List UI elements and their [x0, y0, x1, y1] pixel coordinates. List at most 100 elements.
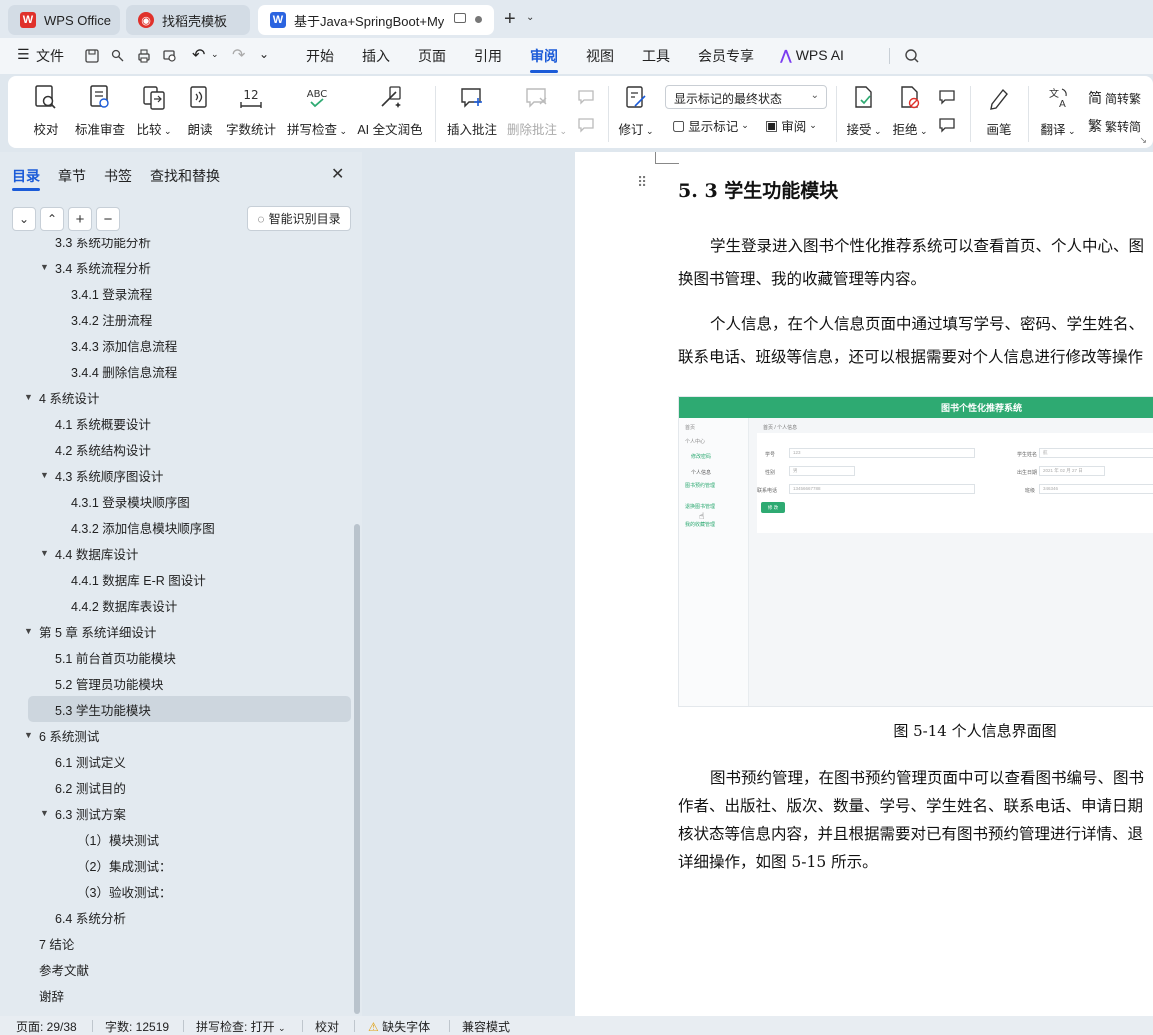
add-heading-button[interactable]: +: [68, 207, 92, 231]
edit-pen-icon[interactable]: [110, 48, 126, 64]
menu-review[interactable]: 审阅: [530, 46, 558, 66]
toc-item[interactable]: 4.2 系统结构设计: [0, 436, 352, 462]
expand-arrow-icon[interactable]: ▼: [24, 392, 33, 402]
new-tab-plus-icon[interactable]: +: [504, 9, 516, 29]
toc-item[interactable]: 3.4.4 删除信息流程: [0, 358, 352, 384]
chevron-down-icon[interactable]: ⌄: [526, 12, 534, 23]
tab-wps-office[interactable]: W WPS Office: [8, 5, 120, 35]
expand-arrow-icon[interactable]: ▼: [40, 548, 49, 558]
toc-item[interactable]: ▼ 6 系统测试: [0, 722, 352, 748]
more-chevron-icon[interactable]: ⌄: [259, 47, 269, 61]
toc-item[interactable]: 3.3 系统功能分析: [0, 238, 352, 254]
toc-item[interactable]: ▼ 4 系统设计: [0, 384, 352, 410]
toc-item[interactable]: 6.2 测试目的: [0, 774, 352, 800]
markup-display-select[interactable]: 显示标记的最终状态 ⌄: [665, 85, 827, 109]
nav-tab-bookmarks[interactable]: 书签: [104, 166, 132, 186]
toc-item[interactable]: 5.1 前台首页功能模块: [0, 644, 352, 670]
collapse-all-button[interactable]: ⌄: [12, 207, 36, 231]
read-aloud-button[interactable]: 朗读: [184, 82, 216, 138]
undo-icon[interactable]: ↶: [192, 45, 205, 65]
remove-heading-button[interactable]: −: [96, 207, 120, 231]
nav-tab-find-replace[interactable]: 查找和替换: [150, 166, 220, 186]
show-markup-button[interactable]: ▢ 显示标记 ⌄: [672, 116, 749, 135]
expand-arrow-icon[interactable]: ▼: [24, 730, 33, 740]
toc-item[interactable]: 4.4.1 数据库 E-R 图设计: [0, 566, 352, 592]
pen-button[interactable]: 画笔: [982, 82, 1016, 138]
menu-member[interactable]: 会员专享: [698, 46, 754, 66]
next-change-icon[interactable]: [937, 116, 957, 134]
traditional-to-simplified-button[interactable]: 繁 繁转简: [1088, 116, 1141, 136]
ribbon-expand-icon[interactable]: ↘: [1139, 135, 1147, 146]
missing-font-status[interactable]: ⚠ 缺失字体: [368, 1018, 430, 1035]
review-pane-button[interactable]: ▣ 审阅 ⌄: [765, 116, 817, 135]
save-icon[interactable]: [84, 48, 100, 64]
word-count-indicator[interactable]: 字数: 12519: [105, 1018, 169, 1035]
toc-item[interactable]: 5.3 学生功能模块: [28, 696, 351, 722]
toc-item[interactable]: 5.2 管理员功能模块: [0, 670, 352, 696]
toc-item[interactable]: 3.4.1 登录流程: [0, 280, 352, 306]
toc-item[interactable]: ▼ 4.3 系统顺序图设计: [0, 462, 352, 488]
expand-arrow-icon[interactable]: ▼: [40, 262, 49, 272]
spell-check-button[interactable]: ABC 拼写检查 ⌄: [286, 82, 348, 138]
menu-file[interactable]: 文件: [36, 46, 64, 66]
toc-item[interactable]: ▼ 4.4 数据库设计: [0, 540, 352, 566]
drag-handle-icon[interactable]: ⠿: [637, 175, 647, 189]
toc-item[interactable]: 4.3.2 添加信息模块顺序图: [0, 514, 352, 540]
toc-item[interactable]: 3.4.2 注册流程: [0, 306, 352, 332]
redo-icon[interactable]: ↷: [232, 45, 245, 65]
tab-current-document[interactable]: W 基于Java+SpringBoot+MyS: [258, 5, 494, 35]
toc-item[interactable]: 6.1 测试定义: [0, 748, 352, 774]
toc-item[interactable]: 谢辞: [0, 982, 352, 1008]
menu-reference[interactable]: 引用: [474, 46, 502, 66]
document-page[interactable]: ⠿ 5. 3 学生功能模块 学生登录进入图书个性化推荐系统可以查看首页、个人中心…: [575, 152, 1153, 1016]
simplified-to-traditional-button[interactable]: 简 简转繁: [1088, 88, 1141, 108]
toc-item[interactable]: ▼ 6.3 测试方案: [0, 800, 352, 826]
revise-button[interactable]: 修订 ⌄: [616, 82, 656, 138]
translate-button[interactable]: 文A 翻译 ⌄: [1038, 82, 1078, 138]
smart-toc-button[interactable]: ◌ 智能识别目录: [247, 206, 351, 231]
proofread-status[interactable]: 校对: [315, 1018, 339, 1035]
toc-item[interactable]: 4.4.2 数据库表设计: [0, 592, 352, 618]
menu-insert[interactable]: 插入: [362, 46, 390, 66]
accept-button[interactable]: 接受 ⌄: [846, 82, 882, 138]
toc-item[interactable]: 4.3.1 登录模块顺序图: [0, 488, 352, 514]
toc-item[interactable]: ▼ 3.4 系统流程分析: [0, 254, 352, 280]
previous-change-icon[interactable]: [937, 88, 957, 106]
expand-arrow-icon[interactable]: ▼: [40, 808, 49, 818]
toc-item[interactable]: 6.4 系统分析: [0, 904, 352, 930]
standard-review-button[interactable]: 标准审查: [74, 82, 126, 138]
nav-scrollbar[interactable]: [354, 524, 360, 1014]
page-indicator[interactable]: 页面: 29/38: [16, 1018, 77, 1035]
unsaved-dot-icon[interactable]: [475, 16, 482, 23]
ai-polish-button[interactable]: AI 全文润色: [356, 82, 424, 138]
tab-docer-templates[interactable]: ◉ 找稻壳模板: [126, 5, 250, 35]
insert-comment-button[interactable]: 插入批注: [446, 82, 498, 138]
print-preview-icon[interactable]: [162, 48, 178, 64]
monitor-icon[interactable]: [454, 13, 466, 23]
expand-arrow-icon[interactable]: ▼: [40, 470, 49, 480]
chevron-down-icon[interactable]: ⌄: [211, 49, 219, 60]
embedded-screenshot-figure[interactable]: 图书个性化推荐系统 首页 个人中心 修改密码 个人信息 图书预约管理 退换图书管…: [678, 396, 1153, 707]
menu-page[interactable]: 页面: [418, 46, 446, 66]
proofread-button[interactable]: 校对: [26, 82, 66, 138]
expand-up-button[interactable]: ⌃: [40, 207, 64, 231]
nav-tab-toc[interactable]: 目录: [12, 166, 40, 186]
expand-arrow-icon[interactable]: ▼: [24, 626, 33, 636]
reject-button[interactable]: 拒绝 ⌄: [892, 82, 928, 138]
word-count-button[interactable]: 12 字数统计: [226, 82, 276, 138]
previous-comment-icon[interactable]: [576, 88, 596, 106]
toc-item[interactable]: 7 结论: [0, 930, 352, 956]
toc-item[interactable]: 3.4.3 添加信息流程: [0, 332, 352, 358]
next-comment-icon[interactable]: [576, 116, 596, 134]
hamburger-icon[interactable]: ☰: [17, 46, 30, 63]
search-icon[interactable]: [904, 48, 920, 64]
print-icon[interactable]: [136, 48, 152, 64]
toc-item[interactable]: （1）模块测试: [0, 826, 352, 852]
compare-button[interactable]: 比较 ⌄: [134, 82, 174, 138]
spell-check-status[interactable]: 拼写检查: 打开 ⌄: [196, 1018, 286, 1035]
toc-item[interactable]: （2）集成测试：: [0, 852, 352, 878]
menu-tools[interactable]: 工具: [642, 46, 670, 66]
menu-start[interactable]: 开始: [306, 46, 334, 66]
toc-item[interactable]: ▼ 第 5 章 系统详细设计: [0, 618, 352, 644]
delete-comment-button[interactable]: 删除批注 ⌄: [506, 82, 568, 138]
